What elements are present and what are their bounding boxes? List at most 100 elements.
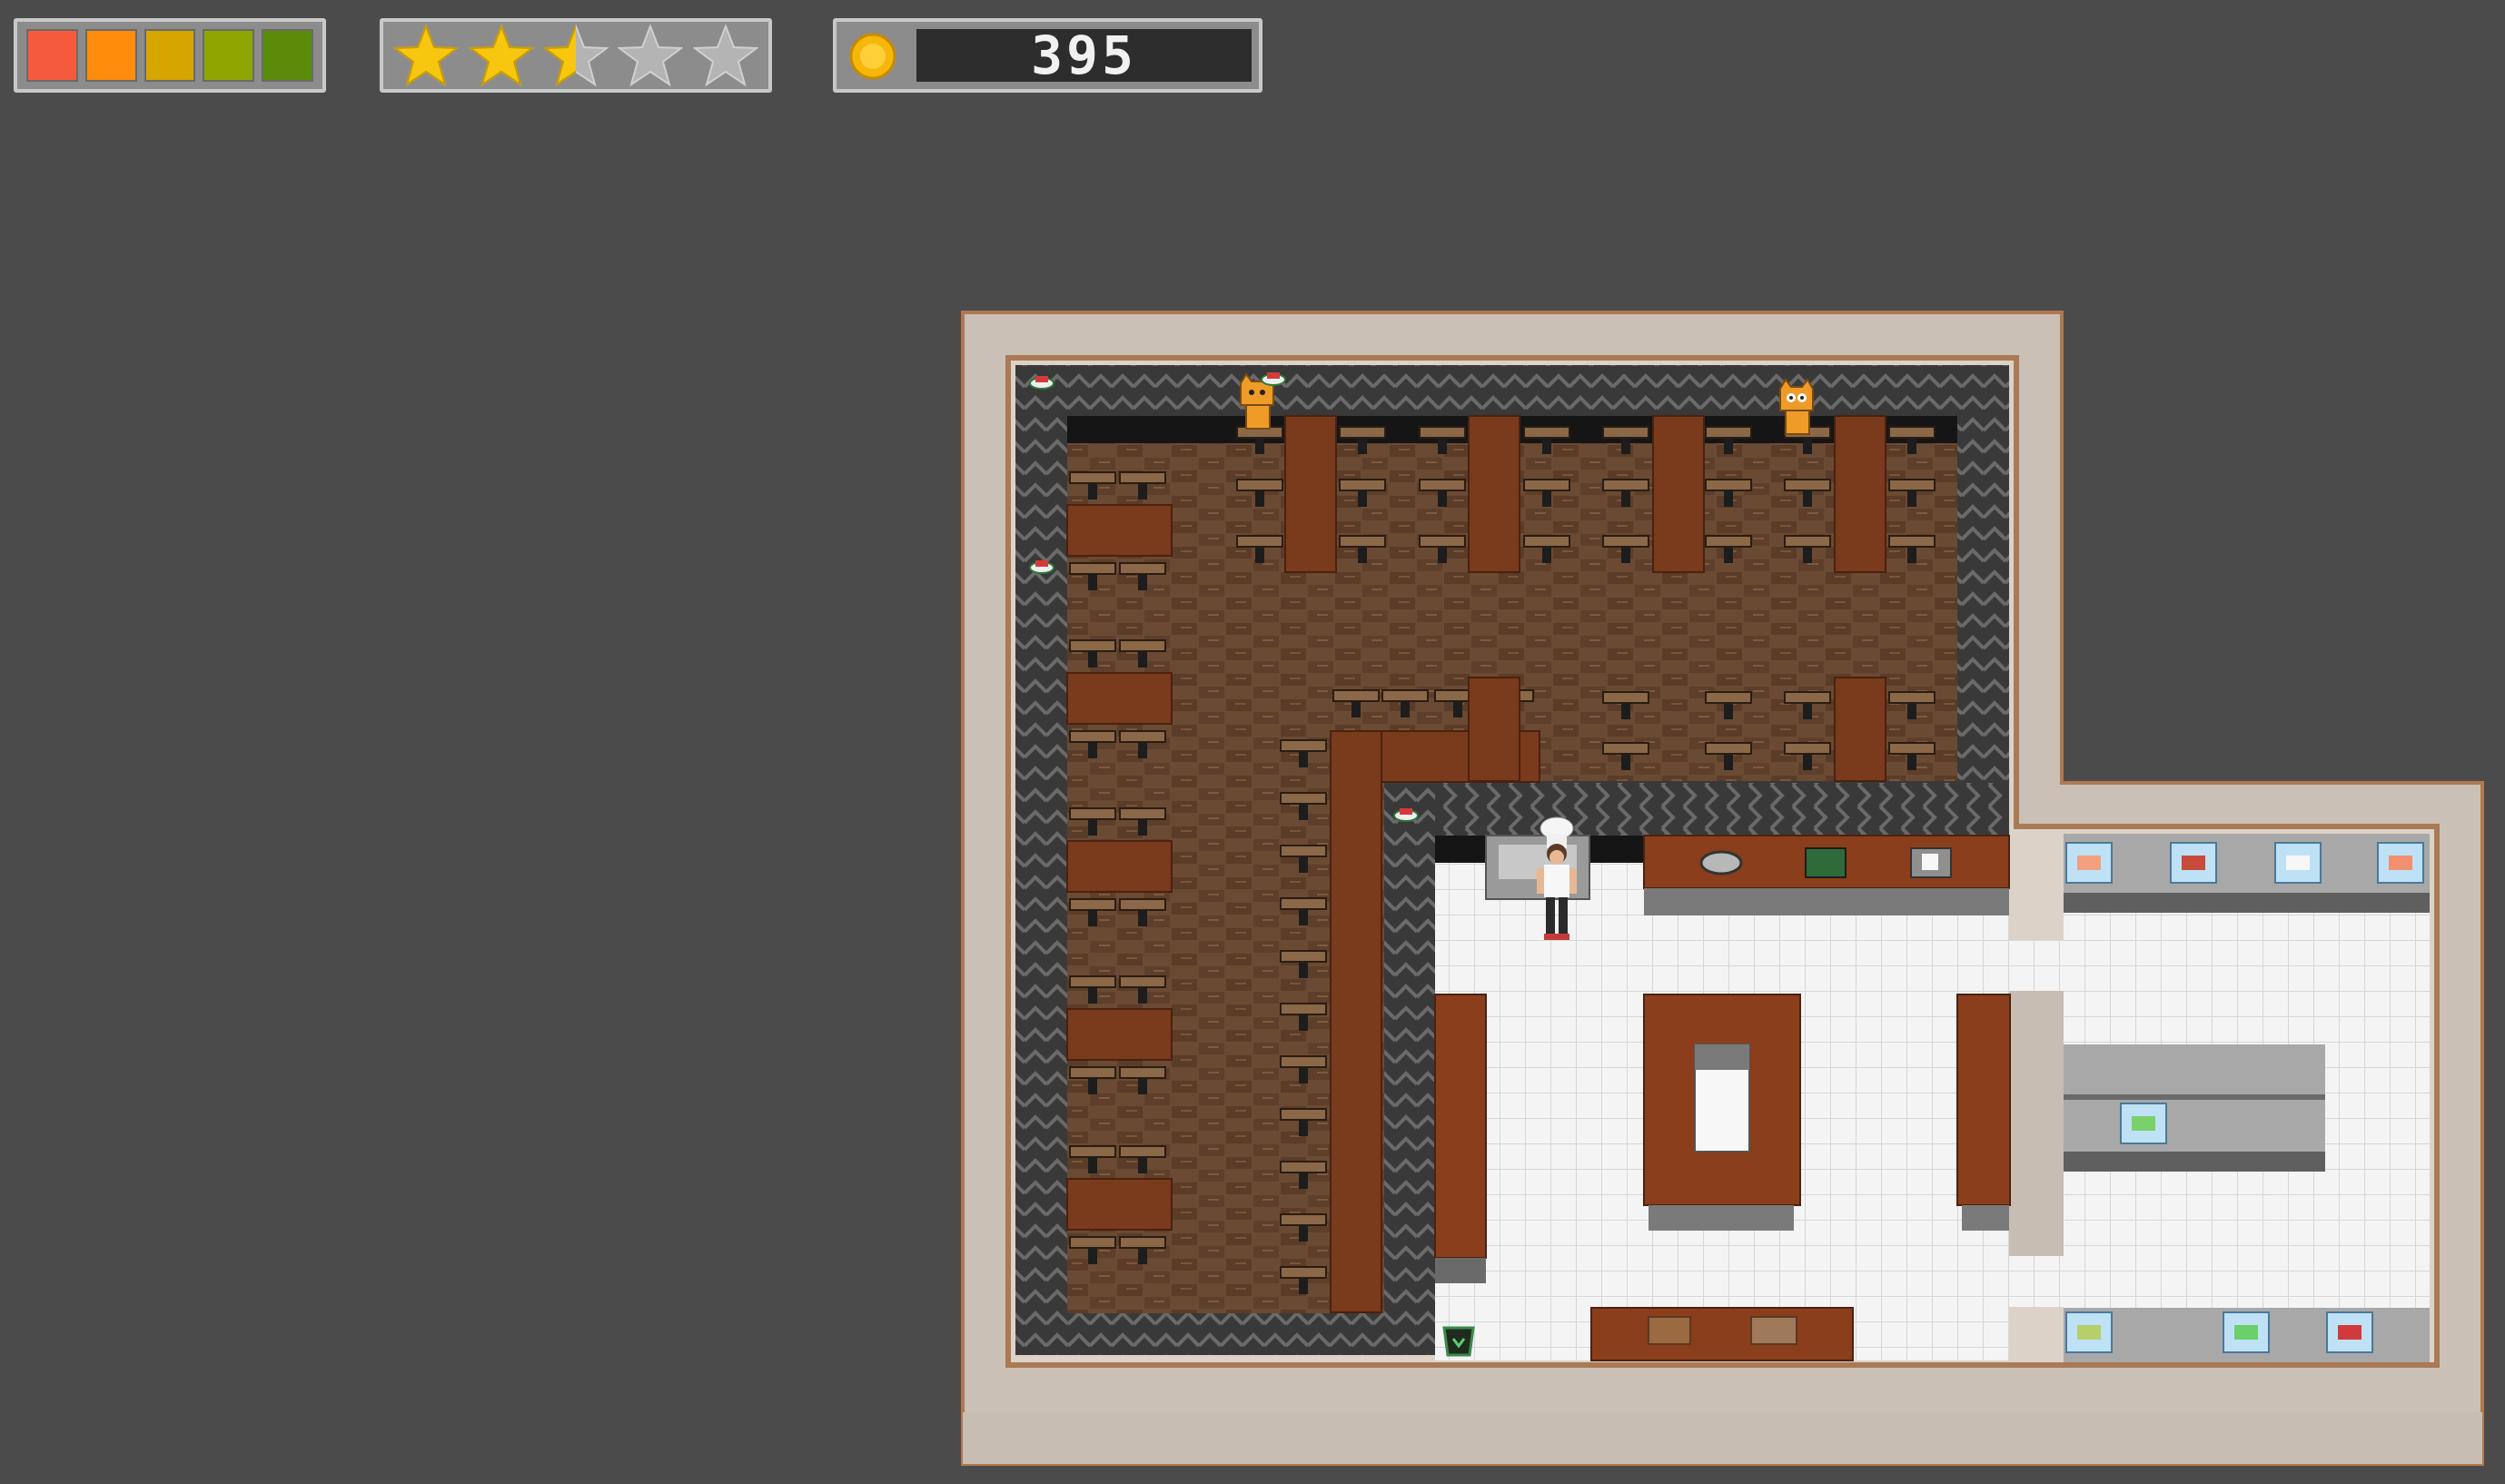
stool-leg — [1453, 701, 1462, 717]
stool-leg — [1542, 490, 1551, 507]
stool-leg — [1724, 438, 1733, 454]
knife-board-icon — [1750, 1316, 1797, 1345]
stool-leg — [1088, 483, 1097, 500]
stool — [1069, 1236, 1116, 1249]
stool — [1602, 426, 1649, 439]
stool-leg — [1907, 547, 1916, 563]
kitchen-counter — [1434, 994, 1487, 1259]
shrimp-icon[interactable] — [2389, 856, 2412, 870]
stool-leg — [1803, 703, 1812, 719]
stool — [1888, 479, 1936, 491]
stool-leg — [1088, 819, 1097, 836]
stool-leg — [1138, 651, 1147, 668]
stool — [1784, 535, 1831, 548]
stool — [1602, 742, 1649, 755]
tuna-icon[interactable] — [2182, 856, 2205, 870]
stool — [1069, 1145, 1116, 1158]
stool — [1888, 535, 1936, 548]
stool — [1119, 1066, 1166, 1079]
stool-leg — [1621, 438, 1630, 454]
stool-leg — [1138, 1248, 1147, 1264]
stool — [1339, 479, 1386, 491]
cutting-board-icon — [1805, 847, 1847, 878]
dining-table — [1066, 1008, 1173, 1061]
stool-leg — [1299, 962, 1308, 978]
stool-leg — [1299, 1278, 1308, 1294]
counter-base — [1649, 1205, 1794, 1231]
stool — [1523, 479, 1570, 491]
stool-leg — [1138, 483, 1147, 500]
long-table — [1652, 415, 1705, 573]
counter-base — [1644, 888, 2009, 915]
stool — [1119, 1145, 1166, 1158]
stool — [1069, 1066, 1116, 1079]
stool — [1280, 792, 1327, 805]
stool — [1381, 689, 1429, 702]
stool-leg — [1299, 1067, 1308, 1083]
stool — [1119, 1236, 1166, 1249]
pot-icon[interactable] — [1699, 850, 1743, 876]
stool — [1888, 426, 1936, 439]
stool-leg — [1438, 547, 1447, 563]
dining-table — [1066, 672, 1173, 725]
stool — [1236, 479, 1283, 491]
stool-leg — [1088, 1157, 1097, 1173]
stool-leg — [1299, 751, 1308, 767]
stool — [1419, 479, 1466, 491]
tomato-icon[interactable] — [2338, 1325, 2361, 1340]
trash-bin-icon[interactable] — [1442, 1326, 1475, 1357]
stool-leg — [1907, 703, 1916, 719]
stool-leg — [1621, 754, 1630, 770]
rice-icon — [1922, 854, 1938, 870]
stool-leg — [1542, 438, 1551, 454]
stool — [1280, 739, 1327, 752]
stool — [1705, 426, 1752, 439]
salmon-icon[interactable] — [2077, 856, 2101, 870]
stool-leg — [1621, 547, 1630, 563]
stool-leg — [1803, 438, 1812, 454]
stool — [1119, 898, 1166, 911]
stool — [1705, 742, 1752, 755]
stool — [1280, 845, 1327, 857]
stool — [1119, 639, 1166, 652]
cucumber-icon[interactable] — [2132, 1116, 2155, 1131]
stool-leg — [1621, 490, 1630, 507]
stool — [1280, 1213, 1327, 1226]
stool — [1705, 535, 1752, 548]
pantry — [2009, 834, 2430, 1362]
stool-leg — [1299, 856, 1308, 873]
avocado-icon[interactable] — [2077, 1325, 2101, 1340]
kitchen-counter — [1590, 1307, 1854, 1361]
stool-leg — [1358, 438, 1367, 454]
stool-leg — [1358, 490, 1367, 507]
stool-leg — [1907, 754, 1916, 770]
stool — [1280, 1108, 1327, 1121]
stool-leg — [1724, 703, 1733, 719]
stool — [1069, 471, 1116, 484]
stool — [1119, 975, 1166, 988]
stool — [1332, 689, 1380, 702]
stool-leg — [1138, 574, 1147, 590]
dining-table — [1066, 1178, 1173, 1231]
dining-table — [1066, 840, 1173, 893]
stool — [1069, 975, 1116, 988]
stool-leg — [1724, 547, 1733, 563]
stool — [1280, 1266, 1327, 1279]
stool-leg — [1138, 1078, 1147, 1094]
stool — [1280, 950, 1327, 963]
stool — [1784, 691, 1831, 704]
stool-leg — [1438, 490, 1447, 507]
seaweed-icon[interactable] — [2234, 1325, 2258, 1340]
long-table — [1834, 677, 1886, 782]
kitchen-counter — [1956, 994, 2011, 1206]
stool — [1523, 535, 1570, 548]
stool-leg — [1803, 490, 1812, 507]
stool-leg — [1138, 742, 1147, 758]
rice-icon[interactable] — [2286, 856, 2310, 870]
counter-base — [1435, 1258, 1486, 1283]
stool — [1280, 1161, 1327, 1173]
cat-customer-icon — [1779, 378, 1814, 435]
bar-counter — [1330, 730, 1382, 1313]
stool — [1784, 742, 1831, 755]
stool — [1280, 1055, 1327, 1068]
